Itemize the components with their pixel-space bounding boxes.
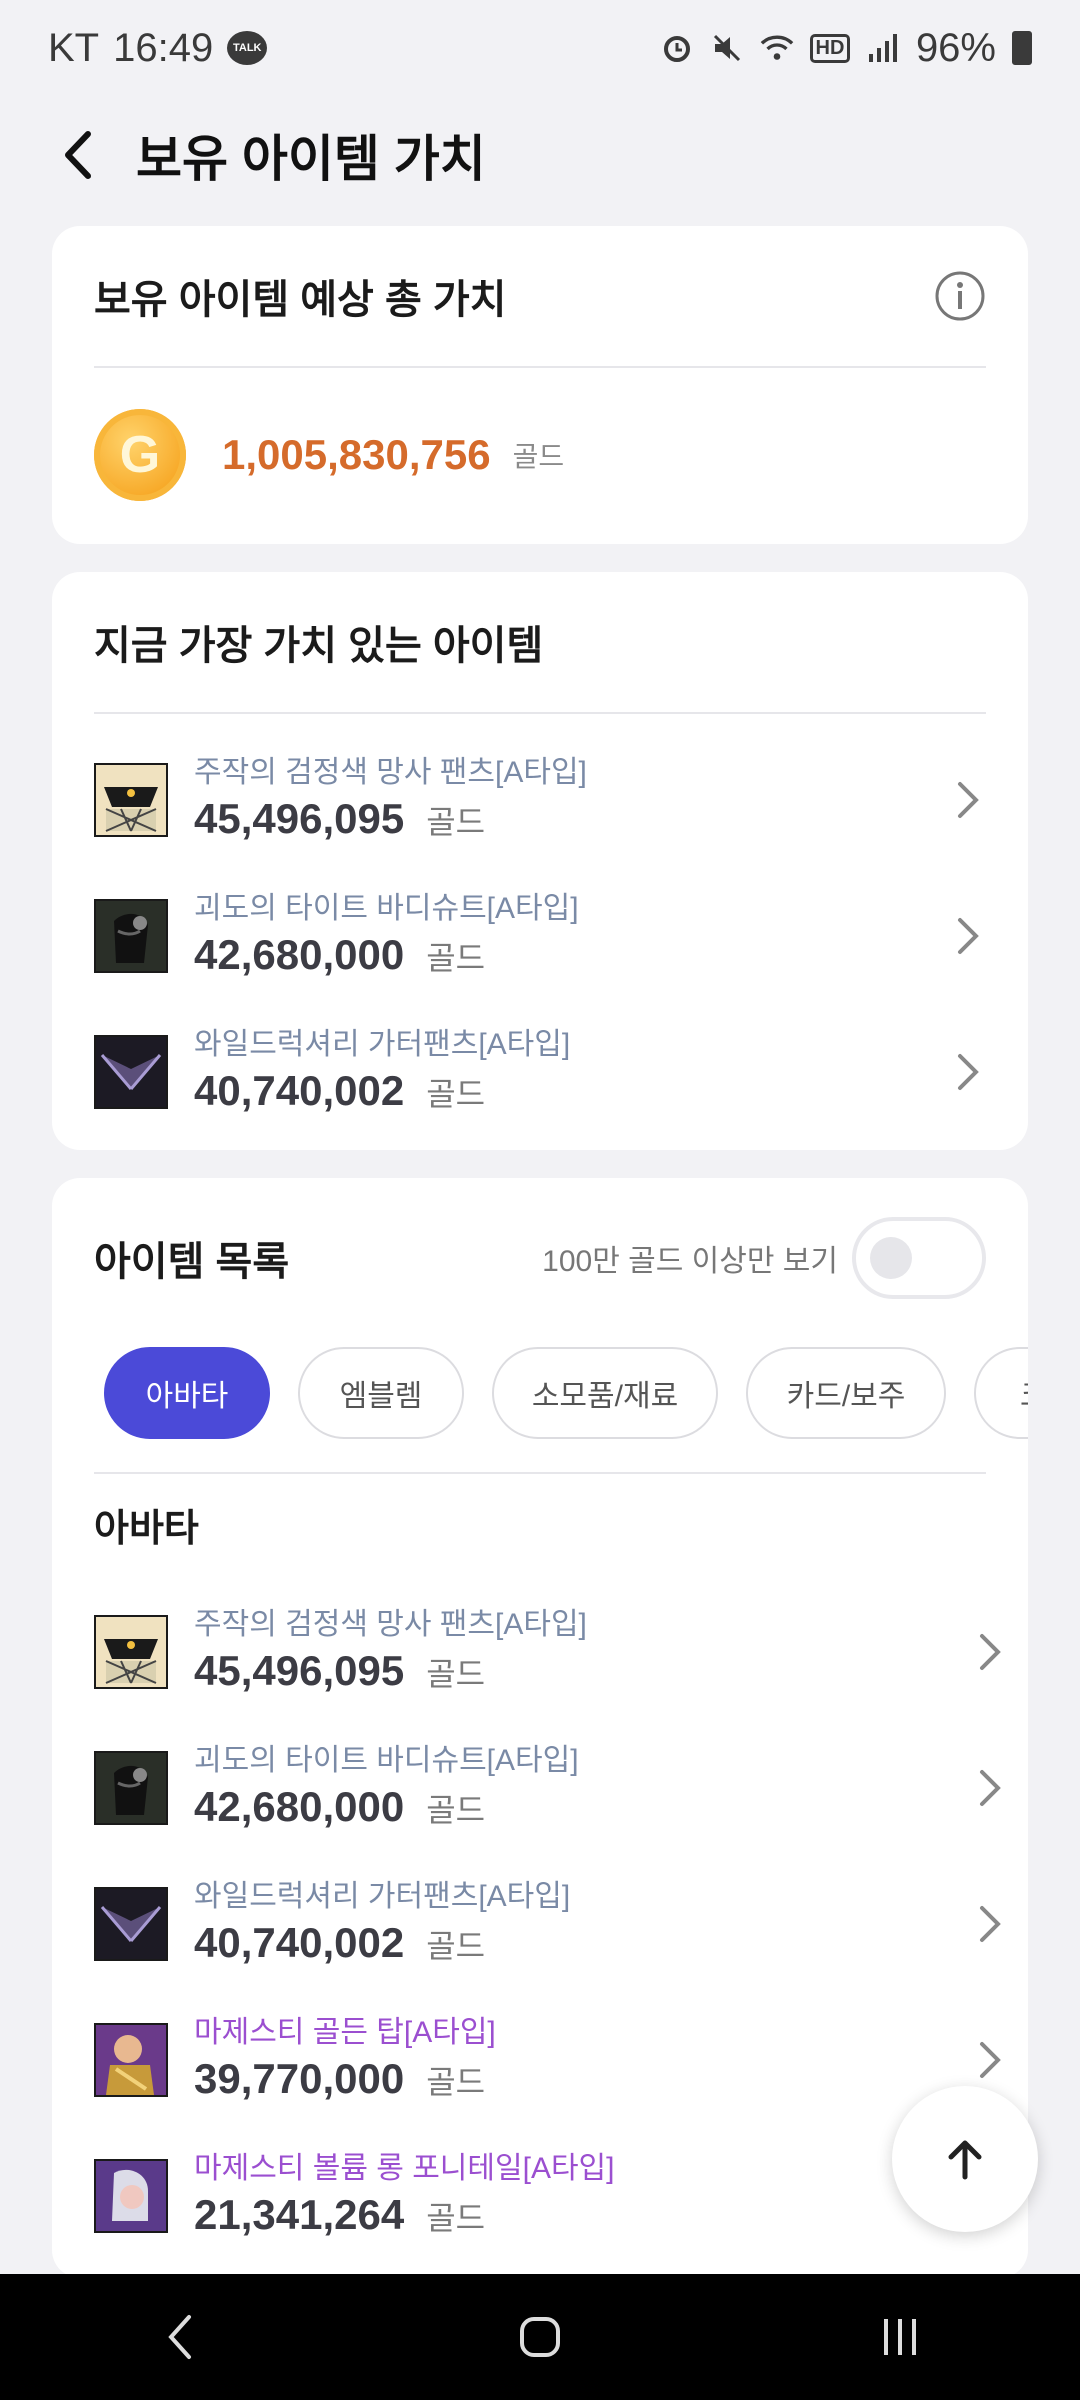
total-value-unit: 골드 bbox=[512, 441, 565, 472]
battery-icon bbox=[1012, 31, 1032, 65]
item-thumbnail-icon bbox=[94, 2023, 168, 2097]
item-thumbnail-icon bbox=[94, 1615, 168, 1689]
chip-consumables[interactable]: 소모품/재료 bbox=[492, 1347, 718, 1439]
item-name: 와일드럭셔리 가터팬츠[A타입] bbox=[194, 1027, 571, 1061]
chevron-right-icon bbox=[948, 911, 988, 961]
clock: 16:49 bbox=[113, 25, 214, 70]
page-title: 보유 아이템 가치 bbox=[136, 131, 486, 187]
item-price: 40,740,002 bbox=[194, 1066, 405, 1114]
nav-home-button[interactable] bbox=[500, 2297, 580, 2377]
chevron-right-icon bbox=[970, 2035, 1010, 2085]
section-label: 아바타 bbox=[94, 1508, 199, 1550]
total-value-amount: 1,005,830,756 bbox=[222, 431, 491, 478]
hd-label: HD bbox=[809, 33, 851, 63]
chip-avatar[interactable]: 아바타 bbox=[104, 1347, 270, 1439]
nav-recents-button[interactable] bbox=[860, 2297, 940, 2377]
back-button[interactable] bbox=[52, 125, 104, 185]
chevron-right-icon bbox=[970, 1763, 1010, 1813]
item-thumbnail-icon bbox=[94, 1035, 168, 1109]
top-item-row[interactable]: 괴도의 타이트 바디슈트[A타입] 42,680,000 골드 bbox=[52, 868, 1028, 1004]
arrow-up-icon bbox=[948, 2140, 982, 2180]
item-name: 와일드럭셔리 가터팬츠[A타입] bbox=[194, 1879, 571, 1913]
item-list-title: 아이템 목록 bbox=[94, 1240, 290, 1284]
item-unit: 골드 bbox=[426, 1927, 486, 1964]
item-price: 21,341,264 bbox=[194, 2190, 405, 2238]
nav-back-button[interactable] bbox=[140, 2297, 220, 2377]
item-thumbnail-icon bbox=[94, 899, 168, 973]
chevron-right-icon bbox=[948, 775, 988, 825]
app-header: 보유 아이템 가치 bbox=[0, 100, 1080, 210]
item-price: 42,680,000 bbox=[194, 1782, 405, 1830]
item-unit: 골드 bbox=[426, 939, 486, 976]
item-name: 주작의 검정색 망사 팬츠[A타입] bbox=[194, 1607, 587, 1641]
alarm-icon bbox=[660, 31, 694, 65]
chevron-right-icon bbox=[970, 1899, 1010, 1949]
carrier-label: KT bbox=[48, 25, 100, 70]
item-unit: 골드 bbox=[426, 1791, 486, 1828]
item-price: 45,496,095 bbox=[194, 794, 405, 842]
item-name: 주작의 검정색 망사 팬츠[A타입] bbox=[194, 755, 587, 789]
top-items-title: 지금 가장 가치 있는 아이템 bbox=[94, 624, 544, 668]
chevron-right-icon bbox=[948, 1047, 988, 1097]
item-unit: 골드 bbox=[426, 2199, 486, 2236]
million-gold-filter-toggle[interactable] bbox=[852, 1217, 986, 1299]
total-value-card: 보유 아이템 예상 총 가치 G 1,005,830,756 골드 bbox=[52, 226, 1028, 544]
chip-emblem[interactable]: 엠블렘 bbox=[298, 1347, 464, 1439]
status-bar: KT 16:49 TALK HD 96% bbox=[0, 0, 1080, 96]
item-price: 40,740,002 bbox=[194, 1918, 405, 1966]
toggle-knob bbox=[870, 1237, 912, 1279]
signal-icon bbox=[866, 31, 900, 65]
item-price: 39,770,000 bbox=[194, 2054, 405, 2102]
top-item-row[interactable]: 주작의 검정색 망사 팬츠[A타입] 45,496,095 골드 bbox=[52, 732, 1028, 868]
system-navigation-bar bbox=[0, 2274, 1080, 2400]
hd-voice-icon: HD bbox=[809, 31, 851, 65]
list-item[interactable]: 마제스티 골든 탑[A타입] 39,770,000 골드 bbox=[52, 1992, 1028, 2128]
item-name: 괴도의 타이트 바디슈트[A타입] bbox=[194, 891, 579, 925]
item-thumbnail-icon bbox=[94, 1751, 168, 1825]
item-list-card: 아이템 목록 100만 골드 이상만 보기 아바타 엠블렘 소모품/재료 카드/… bbox=[52, 1178, 1028, 2278]
list-item[interactable]: 와일드럭셔리 가터팬츠[A타입] 40,740,002 골드 bbox=[52, 1856, 1028, 1992]
item-name: 마제스티 골든 탑[A타입] bbox=[194, 2015, 496, 2049]
item-unit: 골드 bbox=[426, 1655, 486, 1692]
kakaotalk-notification-icon: TALK bbox=[227, 31, 268, 65]
battery-percent: 96% bbox=[915, 25, 996, 70]
item-name: 괴도의 타이트 바디슈트[A타입] bbox=[194, 1743, 579, 1777]
gold-coin-icon: G bbox=[94, 409, 186, 501]
scroll-to-top-button[interactable] bbox=[892, 2086, 1038, 2232]
back-arrow-icon bbox=[65, 131, 91, 179]
list-item[interactable]: 마제스티 볼륨 롱 포니테일[A타입] 21,341,264 골드 bbox=[52, 2128, 1028, 2264]
top-items-card: 지금 가장 가치 있는 아이템 주작의 검정색 망사 팬츠[A타입] 45,49… bbox=[52, 572, 1028, 1150]
item-thumbnail-icon bbox=[94, 1887, 168, 1961]
chip-more[interactable]: 크 bbox=[974, 1347, 1028, 1439]
list-item[interactable]: 주작의 검정색 망사 팬츠[A타입] 45,496,095 골드 bbox=[52, 1584, 1028, 1720]
chevron-right-icon bbox=[970, 1627, 1010, 1677]
top-item-row[interactable]: 와일드럭셔리 가터팬츠[A타입] 40,740,002 골드 bbox=[52, 1004, 1028, 1140]
category-chips: 아바타 엠블렘 소모품/재료 카드/보주 크 bbox=[104, 1338, 1028, 1448]
item-thumbnail-icon bbox=[94, 2159, 168, 2233]
chip-cards[interactable]: 카드/보주 bbox=[746, 1347, 946, 1439]
item-name: 마제스티 볼륨 롱 포니테일[A타입] bbox=[194, 2151, 615, 2185]
mute-icon bbox=[710, 31, 744, 65]
item-unit: 골드 bbox=[426, 1075, 486, 1112]
item-unit: 골드 bbox=[426, 2063, 486, 2100]
wifi-icon bbox=[760, 31, 794, 65]
info-icon[interactable] bbox=[934, 270, 986, 322]
filter-label: 100만 골드 이상만 보기 bbox=[542, 1245, 838, 1278]
item-price: 45,496,095 bbox=[194, 1646, 405, 1694]
item-thumbnail-icon bbox=[94, 763, 168, 837]
list-item[interactable]: 괴도의 타이트 바디슈트[A타입] 42,680,000 골드 bbox=[52, 1720, 1028, 1856]
item-price: 42,680,000 bbox=[194, 930, 405, 978]
item-unit: 골드 bbox=[426, 803, 486, 840]
total-value-title: 보유 아이템 예상 총 가치 bbox=[94, 278, 507, 322]
